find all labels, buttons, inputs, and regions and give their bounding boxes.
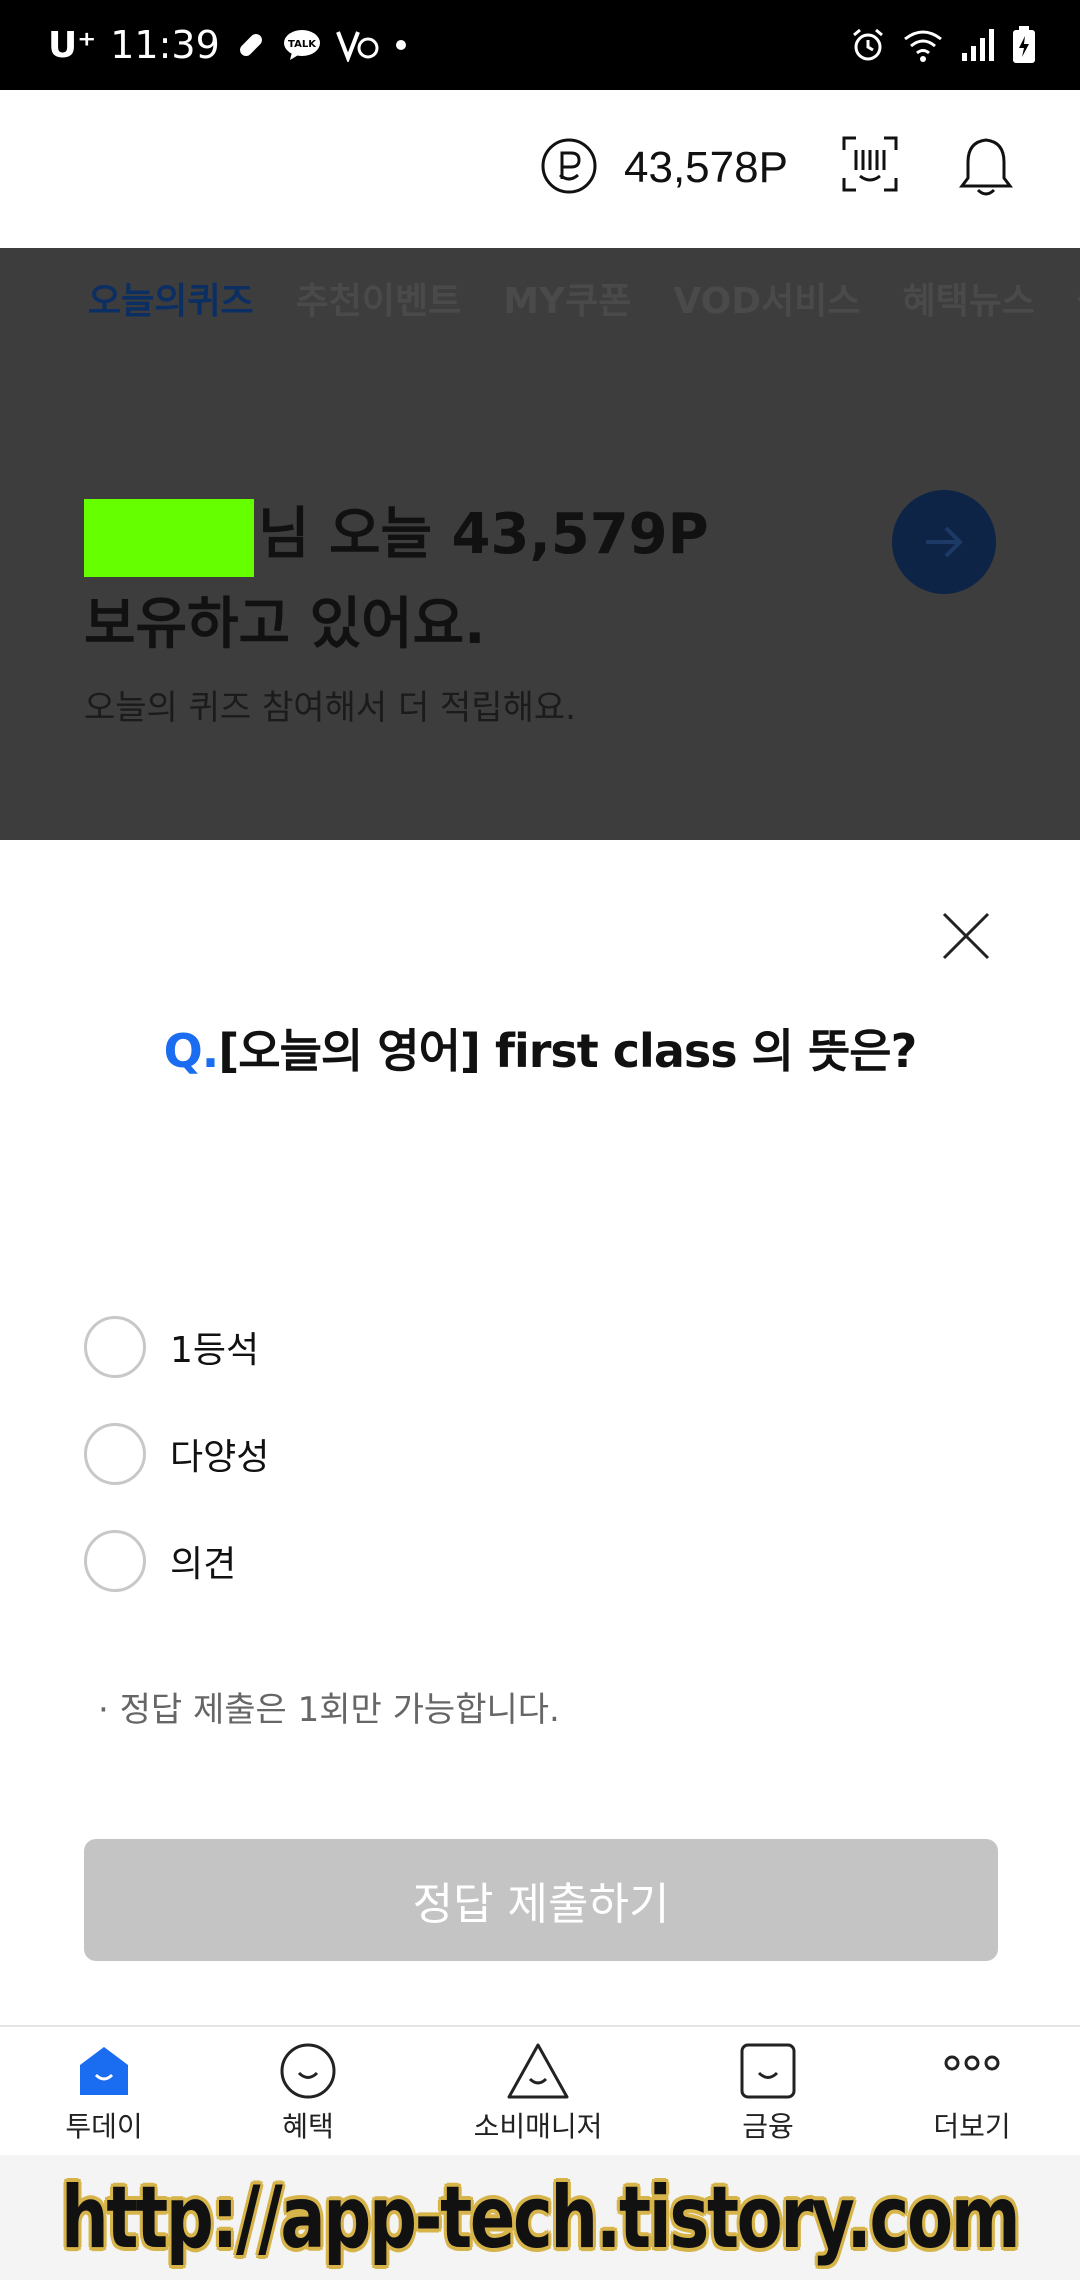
radio-button[interactable] (84, 1530, 146, 1592)
category-tabs: 오늘의퀴즈 추천이벤트 MY쿠폰 VOD서비스 혜택뉴스 출 (88, 272, 1080, 324)
nav-more[interactable]: 더보기 (872, 2041, 1072, 2145)
tab-my-coupons[interactable]: MY쿠폰 (503, 272, 631, 324)
radio-button[interactable] (84, 1423, 146, 1485)
triangle-smile-icon (507, 2043, 569, 2099)
clock: 11:39 (110, 23, 220, 67)
arrow-right-icon (926, 526, 963, 558)
quiz-modal: Q.[오늘의 영어] first class 의 뜻은? 1등석 다양성 의견 … (0, 840, 1080, 2025)
nav-label: 혜택 (282, 2110, 334, 2143)
redacted-username (84, 498, 254, 577)
answer-option-2[interactable]: 다양성 (84, 1423, 269, 1485)
close-icon (942, 912, 990, 960)
bottom-navigation: 투데이 혜택 소비매니저 금융 더보기 (0, 2025, 1080, 2155)
svg-text:TALK: TALK (288, 39, 317, 50)
greeting-subtitle: 오늘의 퀴즈 참여해서 더 적립해요. (84, 688, 576, 728)
tab-vod-service[interactable]: VOD서비스 (673, 272, 860, 324)
point-amount: 43,578P (624, 143, 788, 192)
greeting-line2: 보유하고 있어요. (84, 592, 486, 657)
talk-icon: TALK (282, 28, 322, 62)
greeting-line1: 님 오늘 43,579P (258, 502, 709, 567)
smile-circle-icon (280, 2043, 336, 2099)
nav-today[interactable]: 투데이 (4, 2041, 204, 2145)
dot-icon (394, 38, 408, 52)
go-arrow-button[interactable] (892, 490, 996, 594)
vpn-icon (335, 28, 380, 62)
wifi-icon (902, 27, 944, 63)
point-coin-icon (540, 137, 598, 199)
submission-notice: · 정답 제출은 1회만 가능합니다. (98, 1690, 560, 1730)
close-button[interactable] (940, 910, 992, 962)
tab-recommended-events[interactable]: 추천이벤트 (296, 272, 462, 324)
alarm-icon (850, 27, 886, 63)
wallet-smile-icon (740, 2043, 796, 2099)
option-label: 다양성 (170, 1437, 270, 1478)
submit-answer-button[interactable]: 정답 제출하기 (84, 1839, 998, 1961)
pill-icon (234, 28, 268, 62)
answer-option-1[interactable]: 1등석 (84, 1316, 259, 1378)
watermark-text: http://app-tech.tistory.com (61, 2167, 1021, 2268)
quiz-question: Q.[오늘의 영어] first class 의 뜻은? (0, 1015, 1080, 1081)
nav-label: 더보기 (933, 2110, 1011, 2143)
question-text: [오늘의 영어] first class 의 뜻은? (218, 1024, 917, 1078)
carrier-label: U⁺ (48, 24, 97, 66)
nav-label: 금융 (742, 2110, 794, 2143)
greeting-title: 님 오늘 43,579P 보유하고 있어요. (84, 490, 709, 670)
more-dots-icon (944, 2055, 1000, 2071)
nav-spending-manager[interactable]: 소비매니저 (438, 2041, 638, 2145)
home-smile-icon (80, 2047, 128, 2095)
question-prefix: Q. (163, 1024, 220, 1078)
nav-label: 소비매니저 (473, 2110, 603, 2143)
option-label: 의견 (170, 1544, 237, 1585)
battery-icon (1012, 26, 1036, 64)
app-header: 43,578P (0, 90, 1080, 248)
status-bar: U⁺ 11:39 TALK (0, 0, 1080, 90)
bell-icon[interactable] (958, 136, 1014, 202)
tab-benefit-news[interactable]: 혜택뉴스 (902, 272, 1034, 324)
point-balance[interactable]: 43,578P (540, 137, 788, 199)
radio-button[interactable] (84, 1316, 146, 1378)
nav-benefits[interactable]: 혜택 (208, 2041, 408, 2145)
nav-finance[interactable]: 금융 (668, 2041, 868, 2145)
answer-option-3[interactable]: 의견 (84, 1530, 236, 1592)
watermark-banner: http://app-tech.tistory.com (0, 2155, 1080, 2280)
nav-label: 투데이 (65, 2110, 143, 2143)
tab-today-quiz[interactable]: 오늘의퀴즈 (88, 272, 254, 324)
barcode-scan-icon[interactable] (842, 136, 898, 196)
signal-icon (960, 27, 996, 63)
option-label: 1등석 (170, 1330, 260, 1371)
